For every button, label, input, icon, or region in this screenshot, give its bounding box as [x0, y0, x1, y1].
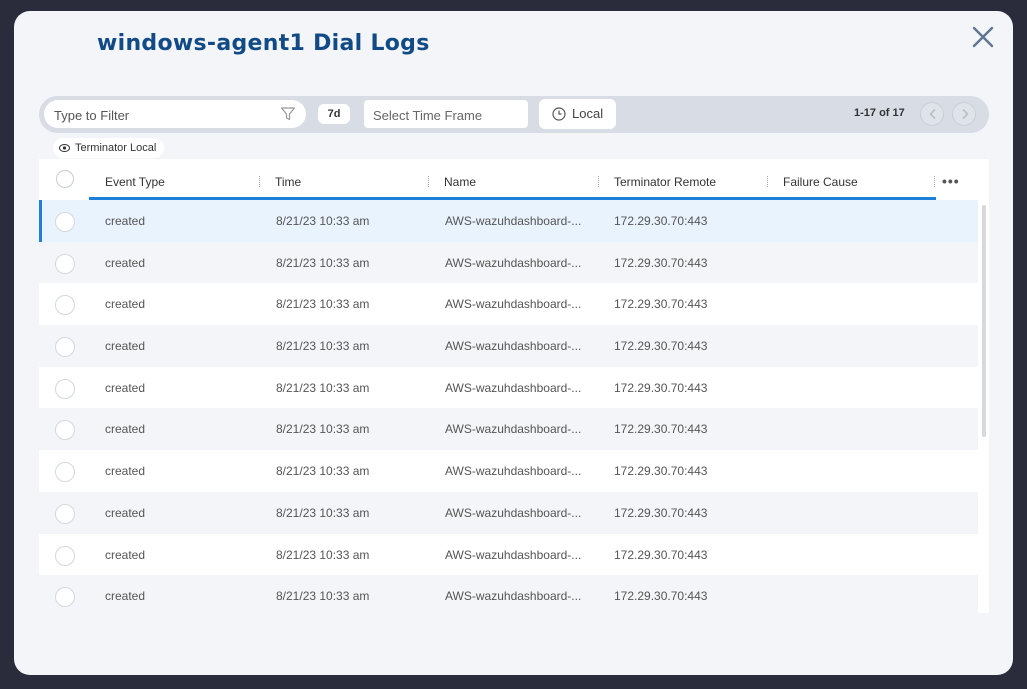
page-count: 1-17 of 17 — [854, 107, 905, 119]
timeframe-box — [364, 100, 528, 130]
range-badge[interactable]: 7d — [318, 104, 350, 124]
row-checkbox[interactable] — [55, 295, 75, 316]
cell-event-type: created — [105, 589, 146, 604]
prev-page-button[interactable] — [920, 102, 944, 126]
cell-name: AWS-wazuhdashboard-... — [445, 547, 582, 562]
cell-terminator-remote: 172.29.30.70:443 — [614, 422, 708, 437]
cell-event-type: created — [105, 214, 146, 228]
cell-terminator-remote: 172.29.30.70:443 — [614, 380, 708, 395]
row-checkbox[interactable] — [55, 462, 75, 483]
toolbar: 7d Local 1-17 of 17 — [39, 96, 989, 133]
cell-event-type: created — [105, 297, 146, 312]
row-checkbox[interactable] — [55, 587, 75, 608]
column-header-terminator-remote[interactable]: Terminator Remote — [614, 175, 716, 189]
cell-time: 8/21/23 10:33 am — [276, 255, 370, 270]
chip-label: Terminator Local — [75, 142, 157, 154]
timezone-button[interactable]: Local — [539, 99, 616, 129]
cell-time: 8/21/23 10:33 am — [276, 505, 370, 520]
cell-event-type: created — [105, 464, 146, 479]
clock-icon — [552, 107, 566, 121]
cell-time: 8/21/23 10:33 am — [276, 547, 370, 562]
filter-box — [44, 100, 306, 130]
row-checkbox[interactable] — [55, 212, 75, 232]
cell-time: 8/21/23 10:33 am — [276, 214, 370, 228]
table-row[interactable]: created 8/21/23 10:33 am AWS-wazuhdashbo… — [39, 367, 978, 409]
table-header: Event Type Time Name Terminator Remote F… — [39, 159, 989, 200]
cell-terminator-remote: 172.29.30.70:443 — [614, 214, 708, 228]
cell-event-type: created — [105, 255, 146, 270]
cell-terminator-remote: 172.29.30.70:443 — [614, 505, 708, 520]
column-header-event-type[interactable]: Event Type — [105, 175, 165, 189]
filter-icon[interactable] — [280, 106, 296, 122]
column-resize-handle[interactable] — [934, 176, 936, 187]
row-checkbox[interactable] — [55, 337, 75, 358]
table-body: created 8/21/23 10:33 am AWS-wazuhdashbo… — [39, 200, 978, 617]
cell-terminator-remote: 172.29.30.70:443 — [614, 297, 708, 312]
table-scrollbar[interactable] — [982, 205, 986, 437]
row-checkbox[interactable] — [55, 253, 75, 274]
table-row[interactable]: created 8/21/23 10:33 am AWS-wazuhdashbo… — [39, 534, 978, 576]
cell-name: AWS-wazuhdashboard-... — [445, 505, 582, 520]
column-header-failure-cause[interactable]: Failure Cause — [783, 175, 858, 189]
table-row[interactable]: created 8/21/23 10:33 am AWS-wazuhdashbo… — [39, 450, 978, 492]
timeframe-input[interactable] — [371, 100, 525, 130]
cell-terminator-remote: 172.29.30.70:443 — [614, 589, 708, 604]
eye-icon — [59, 144, 70, 152]
row-checkbox[interactable] — [55, 503, 75, 524]
modal-title: windows-agent1 Dial Logs — [97, 31, 430, 56]
row-checkbox[interactable] — [55, 420, 75, 441]
cell-event-type: created — [105, 339, 146, 354]
column-resize-handle[interactable] — [598, 176, 600, 187]
cell-name: AWS-wazuhdashboard-... — [445, 339, 582, 354]
cell-terminator-remote: 172.29.30.70:443 — [614, 464, 708, 479]
close-icon[interactable] — [971, 25, 995, 49]
next-page-button[interactable] — [952, 102, 976, 126]
more-icon[interactable]: ••• — [942, 173, 960, 189]
filter-input[interactable] — [52, 100, 276, 130]
cell-terminator-remote: 172.29.30.70:443 — [614, 339, 708, 354]
table-row[interactable]: created 8/21/23 10:33 am AWS-wazuhdashbo… — [39, 408, 978, 451]
select-all-checkbox[interactable] — [56, 170, 74, 188]
chevron-right-icon — [962, 108, 969, 120]
cell-terminator-remote: 172.29.30.70:443 — [614, 255, 708, 270]
table-row[interactable]: created 8/21/23 10:33 am AWS-wazuhdashbo… — [39, 575, 978, 617]
cell-event-type: created — [105, 547, 146, 562]
table-row[interactable]: created 8/21/23 10:33 am AWS-wazuhdashbo… — [39, 241, 978, 284]
cell-event-type: created — [105, 505, 146, 520]
cell-name: AWS-wazuhdashboard-... — [445, 255, 582, 270]
cell-name: AWS-wazuhdashboard-... — [445, 589, 582, 604]
cell-time: 8/21/23 10:33 am — [276, 422, 370, 437]
column-resize-handle[interactable] — [428, 176, 430, 187]
column-visibility-chip[interactable]: Terminator Local — [53, 138, 165, 158]
column-resize-handle[interactable] — [259, 176, 261, 187]
cell-terminator-remote: 172.29.30.70:443 — [614, 547, 708, 562]
timezone-label: Local — [572, 106, 604, 121]
column-header-name[interactable]: Name — [444, 175, 476, 189]
row-checkbox[interactable] — [55, 378, 75, 399]
cell-time: 8/21/23 10:33 am — [276, 464, 370, 479]
column-header-time[interactable]: Time — [275, 175, 301, 189]
cell-name: AWS-wazuhdashboard-... — [445, 422, 582, 437]
cell-name: AWS-wazuhdashboard-... — [445, 380, 582, 395]
cell-name: AWS-wazuhdashboard-... — [445, 464, 582, 479]
table-row[interactable]: created 8/21/23 10:33 am AWS-wazuhdashbo… — [39, 283, 978, 325]
table-row[interactable]: created 8/21/23 10:33 am AWS-wazuhdashbo… — [39, 491, 978, 534]
cell-time: 8/21/23 10:33 am — [276, 589, 370, 604]
cell-name: AWS-wazuhdashboard-... — [445, 214, 582, 228]
cell-event-type: created — [105, 422, 146, 437]
cell-time: 8/21/23 10:33 am — [276, 297, 370, 312]
dial-logs-table: Event Type Time Name Terminator Remote F… — [39, 159, 989, 617]
row-checkbox[interactable] — [55, 545, 75, 566]
table-row[interactable]: created 8/21/23 10:33 am AWS-wazuhdashbo… — [39, 200, 978, 242]
column-resize-handle[interactable] — [767, 176, 769, 187]
cell-name: AWS-wazuhdashboard-... — [445, 297, 582, 312]
dial-logs-modal: windows-agent1 Dial Logs 7d Local 1-17 o… — [14, 11, 1013, 675]
cell-time: 8/21/23 10:33 am — [276, 339, 370, 354]
cell-time: 8/21/23 10:33 am — [276, 380, 370, 395]
table-row[interactable]: created 8/21/23 10:33 am AWS-wazuhdashbo… — [39, 325, 978, 367]
chevron-left-icon — [929, 108, 936, 120]
cell-event-type: created — [105, 380, 146, 395]
